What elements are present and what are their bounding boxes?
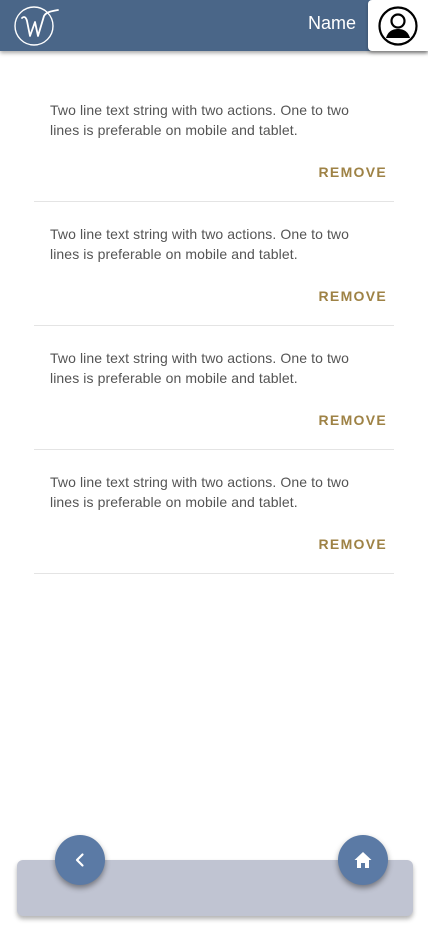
avatar-button[interactable]	[368, 0, 428, 51]
chevron-left-icon	[75, 853, 84, 867]
remove-button[interactable]: REMOVE	[319, 536, 387, 552]
remove-button[interactable]: REMOVE	[319, 288, 387, 304]
list-item-text: Two line text string with two actions. O…	[50, 474, 350, 510]
home-icon	[354, 852, 372, 868]
list-item: Two line text string with two actions. O…	[34, 202, 394, 326]
list-item: Two line text string with two actions. O…	[34, 450, 394, 574]
top-app-bar: Name	[0, 0, 428, 51]
item-list: Two line text string with two actions. O…	[34, 78, 394, 574]
list-item: Two line text string with two actions. O…	[34, 78, 394, 202]
user-avatar-icon	[378, 6, 418, 46]
list-item: Two line text string with two actions. O…	[34, 326, 394, 450]
list-item-text: Two line text string with two actions. O…	[50, 226, 350, 262]
list-item-text: Two line text string with two actions. O…	[50, 350, 350, 386]
user-name[interactable]: Name	[308, 13, 356, 33]
remove-button[interactable]: REMOVE	[319, 412, 387, 428]
list-item-text: Two line text string with two actions. O…	[50, 102, 350, 138]
back-button[interactable]	[55, 835, 105, 885]
remove-button[interactable]: REMOVE	[319, 164, 387, 180]
app-screen: Name Two line text string with two actio…	[0, 0, 428, 926]
home-button[interactable]	[338, 835, 388, 885]
brand-logo-icon[interactable]	[12, 4, 60, 48]
